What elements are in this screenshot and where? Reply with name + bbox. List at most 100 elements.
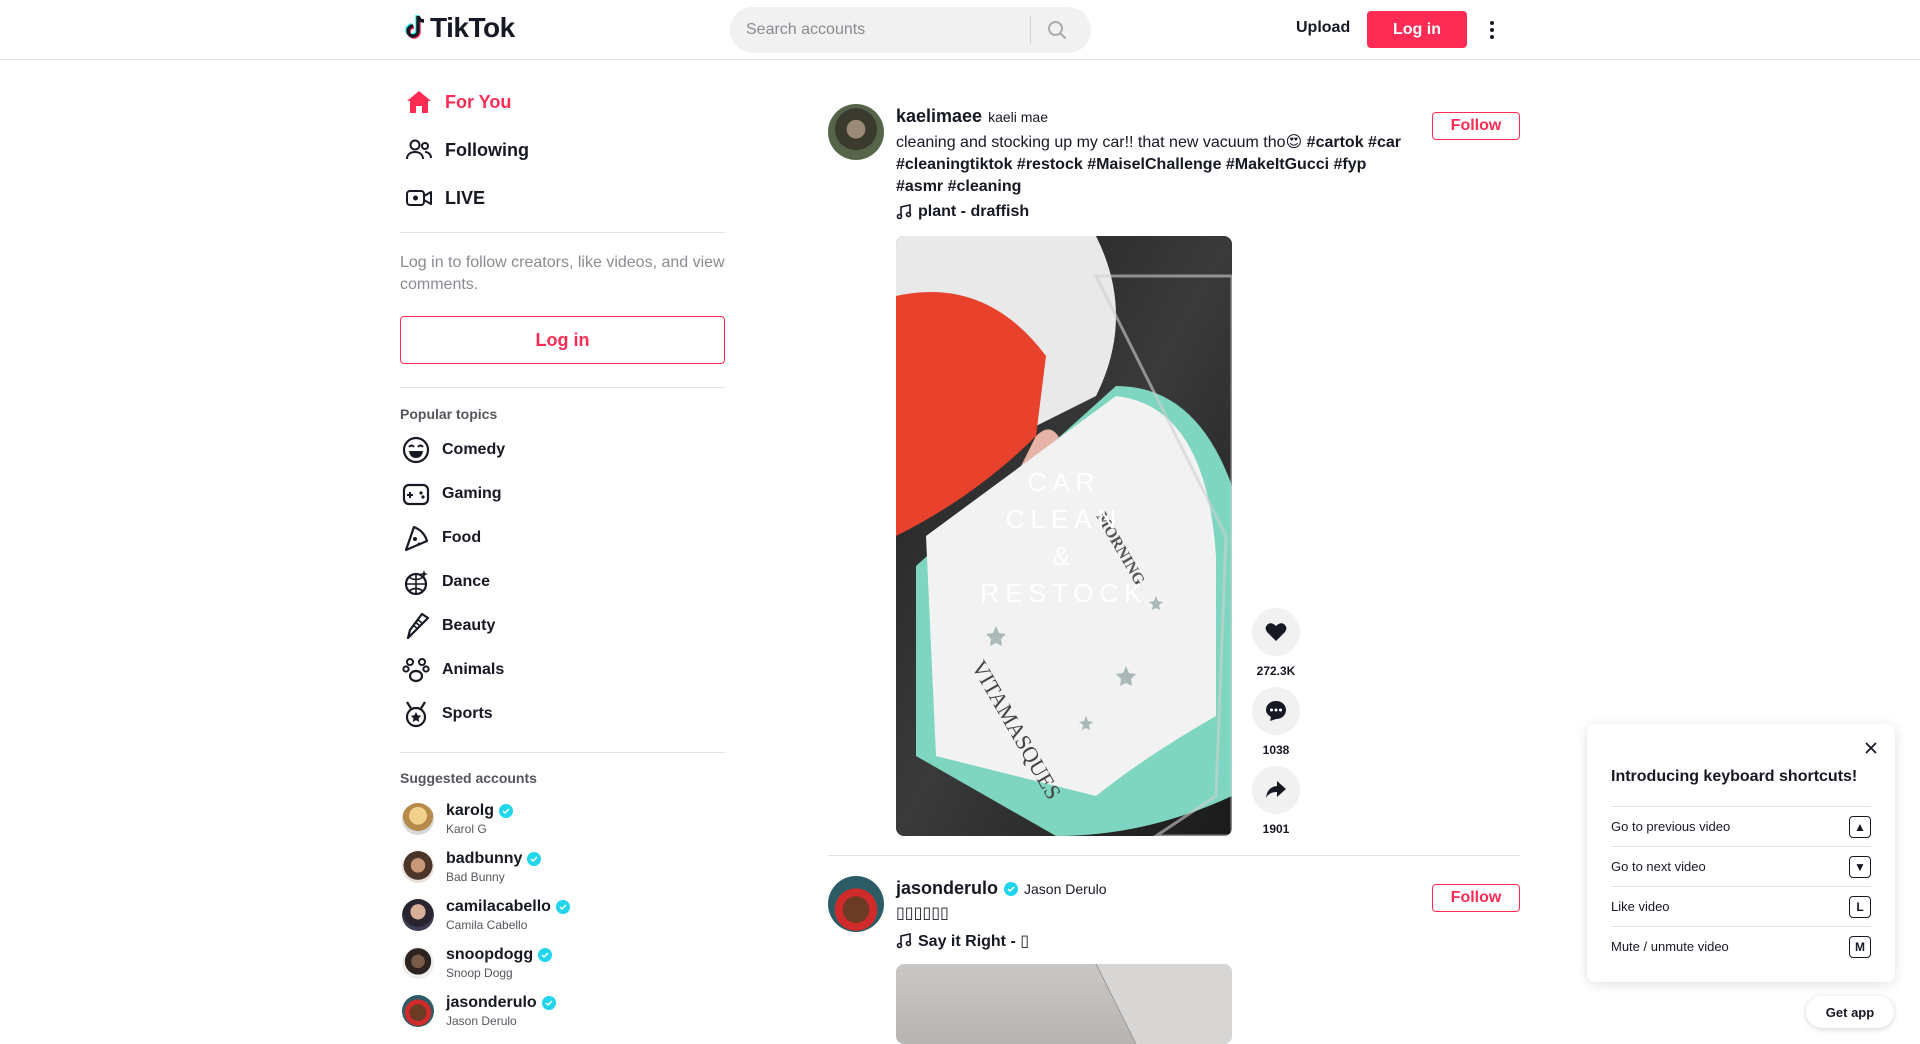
verified-badge-icon	[527, 852, 542, 866]
account-name: Camila Cabello	[446, 918, 528, 932]
get-app-button[interactable]: Get app	[1806, 996, 1894, 1028]
post-avatar[interactable]	[828, 104, 884, 160]
shortcut-label: Mute / unmute video	[1611, 939, 1729, 954]
account-username: jasonderulo	[446, 994, 537, 1011]
comment-action[interactable]: 1038	[1252, 687, 1300, 757]
post-username: jasonderulo	[896, 878, 999, 898]
share-icon	[1266, 781, 1286, 798]
sidebar: For You Following LIVE Log in to follow …	[400, 60, 725, 1040]
topic-label: Sports	[442, 705, 493, 722]
upload-link[interactable]: Upload	[1296, 19, 1350, 37]
follow-button[interactable]: Follow	[1432, 884, 1520, 912]
beauty-icon	[402, 612, 430, 640]
brand-name: TikTok	[430, 12, 515, 43]
comedy-icon	[402, 436, 430, 464]
like-count: 272.3K	[1256, 664, 1296, 678]
suggested-accounts-title: Suggested accounts	[400, 770, 537, 786]
follow-button[interactable]: Follow	[1432, 112, 1520, 140]
shortcut-label: Go to next video	[1611, 859, 1706, 874]
avatar	[402, 899, 434, 931]
video-player[interactable]: MORNING VITAMASQUES CAR CLEAN & RESTOCK	[896, 236, 1232, 836]
top-header: TikTok Upload Log in	[0, 0, 1920, 60]
account-name: Jason Derulo	[446, 1014, 517, 1028]
suggested-account[interactable]: snoopdogg Snoop Dogg	[402, 946, 553, 980]
shortcuts-title: Introducing keyboard shortcuts!	[1611, 768, 1858, 785]
overlay-text: RESTOCK	[980, 578, 1147, 608]
login-note: Log in to follow creators, like videos, …	[400, 254, 725, 293]
dance-icon	[402, 568, 430, 596]
nav-following[interactable]: Following	[405, 136, 529, 164]
search-button[interactable]	[1031, 7, 1083, 53]
account-username: snoopdogg	[446, 946, 534, 963]
caption-text: cleaning and stocking up my car!! that n…	[896, 134, 1303, 151]
heart-icon	[1265, 623, 1287, 641]
shortcut-row: Like video L	[1611, 886, 1871, 926]
topic-animals[interactable]: Animals	[402, 656, 504, 684]
gaming-icon	[402, 480, 430, 508]
account-name: Karol G	[446, 822, 487, 836]
post-nickname: Jason Derulo	[1024, 881, 1107, 897]
topic-label: Animals	[442, 661, 505, 678]
post-username: kaelimaee	[896, 106, 983, 126]
more-menu-icon[interactable]	[1486, 16, 1498, 44]
avatar	[402, 851, 434, 883]
share-action[interactable]: 1901	[1252, 766, 1300, 836]
suggested-account[interactable]: badbunny Bad Bunny	[402, 850, 542, 884]
tiktok-logo[interactable]: TikTok	[404, 12, 515, 44]
shortcut-label: Like video	[1611, 899, 1670, 914]
topic-dance[interactable]: Dance	[402, 568, 490, 596]
post-music[interactable]: plant - draffish	[896, 203, 1029, 221]
shortcut-row: Mute / unmute video M	[1611, 926, 1871, 966]
like-button[interactable]	[1252, 608, 1300, 656]
sidebar-login-button[interactable]: Log in	[400, 316, 725, 364]
topic-comedy[interactable]: Comedy	[402, 436, 505, 464]
nav-for-you[interactable]: For You	[405, 88, 511, 116]
account-username: karolg	[446, 802, 495, 819]
topic-gaming[interactable]: Gaming	[402, 480, 502, 508]
post-music[interactable]: Say it Right - ▯	[896, 931, 1029, 951]
suggested-account[interactable]: camilacabello Camila Cabello	[402, 898, 570, 932]
topic-label: Gaming	[442, 485, 502, 502]
arrow-down-key-icon: ▼	[1849, 855, 1871, 878]
avatar	[402, 995, 434, 1027]
sidebar-divider	[400, 232, 725, 233]
account-name: Snoop Dogg	[446, 966, 513, 980]
video-player[interactable]	[896, 964, 1232, 1044]
like-action[interactable]: 272.3K	[1252, 608, 1300, 678]
music-title: plant - draffish	[918, 203, 1030, 220]
suggested-account[interactable]: karolg Karol G	[402, 802, 514, 836]
topic-sports[interactable]: Sports	[402, 700, 493, 728]
following-icon	[405, 136, 433, 164]
music-title: Say it Right - ▯	[918, 933, 1030, 950]
topic-food[interactable]: Food	[402, 524, 481, 552]
share-button[interactable]	[1252, 766, 1300, 814]
post-author[interactable]: jasonderulo Jason Derulo	[896, 878, 1107, 899]
topic-label: Beauty	[442, 617, 496, 634]
verified-badge-icon	[538, 948, 553, 962]
post-author[interactable]: kaelimaee kaeli mae	[896, 106, 1048, 127]
suggested-account[interactable]: jasonderulo Jason Derulo	[402, 994, 556, 1028]
overlay-text: CAR	[1028, 467, 1101, 497]
tiktok-note-icon	[405, 15, 425, 39]
search-input[interactable]	[730, 21, 1030, 39]
topic-beauty[interactable]: Beauty	[402, 612, 495, 640]
comment-icon	[1266, 701, 1286, 721]
header-login-button[interactable]: Log in	[1367, 11, 1467, 48]
comment-button[interactable]	[1252, 687, 1300, 735]
nav-label: Following	[445, 139, 529, 160]
sidebar-divider	[400, 752, 725, 753]
share-count: 1901	[1262, 822, 1290, 836]
post-caption: ▯▯▯▯▯▯	[896, 905, 949, 922]
topic-label: Dance	[442, 573, 491, 590]
avatar	[402, 947, 434, 979]
music-note-icon	[896, 933, 912, 949]
animals-icon	[402, 656, 430, 684]
arrow-up-key-icon: ▲	[1849, 815, 1871, 838]
close-icon[interactable]	[1863, 740, 1879, 756]
verified-badge-icon	[499, 804, 514, 818]
home-icon	[405, 88, 433, 116]
account-name: Bad Bunny	[446, 870, 505, 884]
nav-live[interactable]: LIVE	[405, 184, 485, 212]
topic-label: Comedy	[442, 441, 506, 458]
post-avatar[interactable]	[828, 876, 884, 932]
